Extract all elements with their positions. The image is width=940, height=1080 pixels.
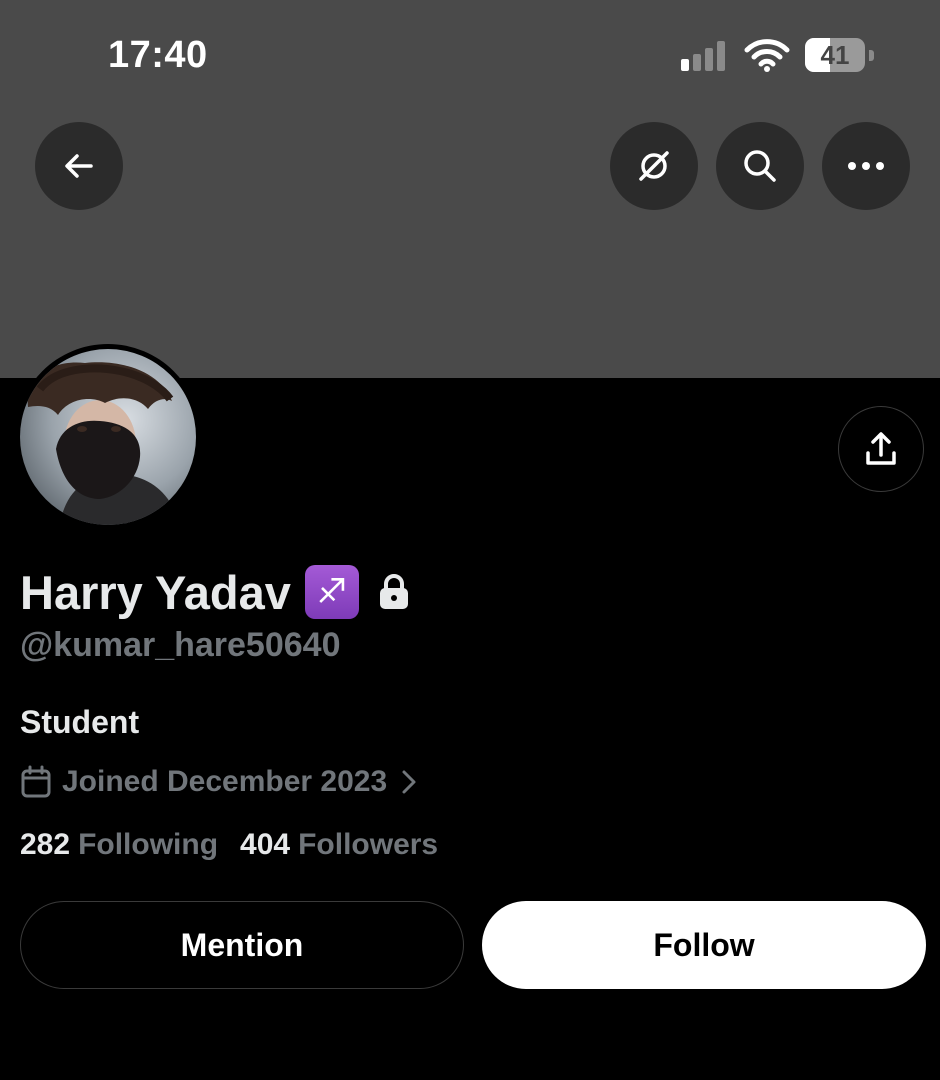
joined-date: Joined December 2023	[62, 765, 388, 798]
search-icon	[744, 150, 776, 182]
follow-button[interactable]: Follow	[482, 901, 926, 989]
calendar-icon	[21, 765, 51, 798]
follow-stats: 282 Following 404 Followers	[20, 828, 438, 862]
display-name: Harry Yadav	[20, 565, 291, 619]
battery-level: 41	[820, 40, 850, 70]
battery-icon: 41	[805, 38, 875, 72]
more-horizontal-icon	[848, 162, 884, 170]
sagittarius-icon: ♐	[304, 565, 359, 619]
grok-button[interactable]	[610, 122, 698, 210]
signal-strength-icon	[681, 41, 731, 71]
following-link[interactable]: 282 Following	[20, 828, 218, 862]
mention-button[interactable]: Mention	[20, 901, 464, 989]
following-count: 282	[20, 828, 71, 861]
search-button[interactable]	[716, 122, 804, 210]
chevron-right-icon	[402, 770, 416, 794]
status-time: 17:40	[108, 34, 208, 76]
lock-icon	[379, 574, 408, 609]
share-button[interactable]	[838, 406, 924, 492]
grok-icon	[639, 151, 669, 181]
profile-name-row: Harry Yadav ♐	[20, 562, 411, 622]
more-options-button[interactable]	[822, 122, 910, 210]
profile-bio: Student	[20, 704, 140, 740]
profile-handle: @kumar_hare50640	[20, 626, 341, 664]
wifi-icon	[744, 39, 790, 72]
profile-photo	[20, 349, 196, 525]
followers-label: Followers	[298, 828, 439, 861]
back-button[interactable]	[35, 122, 123, 210]
following-label: Following	[78, 828, 219, 861]
avatar[interactable]	[20, 349, 196, 525]
followers-link[interactable]: 404 Followers	[240, 828, 438, 862]
arrow-left-icon	[65, 154, 93, 178]
joined-date-link[interactable]: Joined December 2023	[20, 762, 417, 802]
followers-count: 404	[240, 828, 291, 861]
share-icon	[866, 432, 896, 465]
zodiac-emoji: ♐	[316, 573, 348, 611]
